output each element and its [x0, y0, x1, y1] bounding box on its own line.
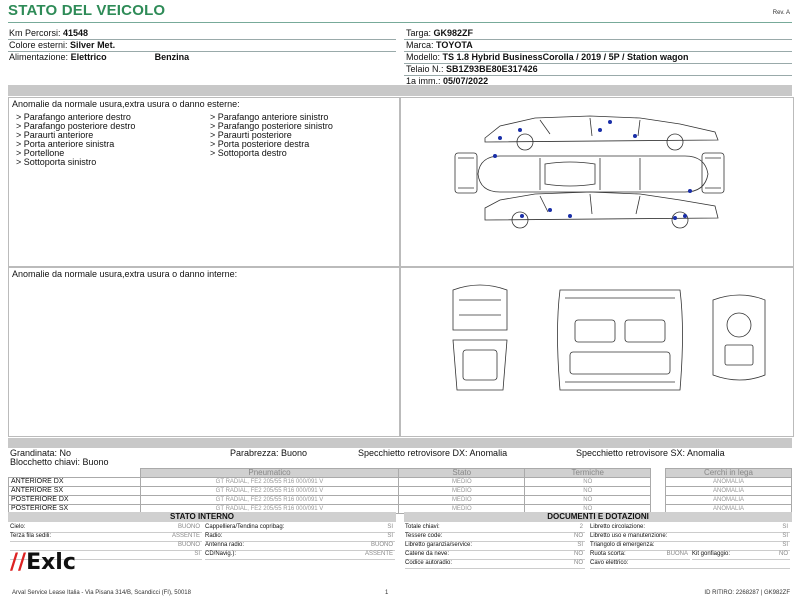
- tyre-model: GT RADIAL, FE2 205/55 R16 000/091 V: [139, 486, 400, 496]
- exlc-logo: //Exlc: [10, 550, 76, 575]
- seat-view: [452, 284, 508, 391]
- divider: [404, 75, 792, 76]
- tyre-header-spacer: [8, 468, 141, 478]
- tyre-position: ANTERIORE SX: [8, 486, 141, 496]
- brand-row: Marca: TOYOTA: [406, 40, 473, 50]
- status-bar: [8, 438, 792, 448]
- title-divider: [8, 22, 792, 23]
- vin-row: Telaio N.: SB1Z93BE80E317426: [406, 64, 538, 74]
- tyre-rims: ANOMALIA: [664, 495, 793, 505]
- damage-dot: [683, 214, 687, 218]
- tyre-model: GT RADIAL, FE2 205/55 R16 000/091 V: [139, 495, 400, 505]
- tyre-rims: ANOMALIA: [664, 477, 793, 487]
- tyre-rims: ANOMALIA: [664, 486, 793, 496]
- vehicle-info-right: Targa: GK982ZF Marca: TOYOTA Modello: TS…: [406, 27, 688, 87]
- external-list-left: > Parafango anteriore destro > Parafango…: [16, 113, 135, 167]
- car-interior-diagram: [452, 284, 766, 391]
- damage-dot: [493, 154, 497, 158]
- spacer: [651, 478, 666, 487]
- list-item: > Sottoporta destro: [210, 148, 287, 158]
- tyre-state: MEDIO: [398, 495, 526, 505]
- cabin-top-view: [557, 289, 683, 391]
- divider: [404, 51, 792, 52]
- interior-status-title: STATO INTERNO: [8, 512, 396, 522]
- spacer: [651, 496, 666, 505]
- blocchetto: Blocchetto chiavi: Buono: [10, 457, 109, 467]
- tyre-thermal: NO: [524, 495, 652, 505]
- damage-dot: [608, 120, 612, 124]
- dashboard-view: [712, 294, 766, 381]
- internal-title: Anomalie da normale usura,extra usura o …: [12, 269, 238, 279]
- damage-dot: [673, 216, 677, 220]
- tyre-position: ANTERIORE DX: [8, 477, 141, 487]
- footer-id: ID RITIRO: 2268287 | GK982ZF: [704, 590, 790, 596]
- tyre-model: GT RADIAL, FE2 205/55 R16 000/091 V: [139, 477, 400, 487]
- specchio-dx: Specchietto retrovisore DX: Anomalia: [358, 448, 508, 458]
- documents-title: DOCUMENTI E DOTAZIONI: [404, 512, 792, 522]
- damage-dot: [518, 128, 522, 132]
- damage-dot: [520, 214, 524, 218]
- external-title: Anomalie da normale usura,extra usura o …: [12, 99, 240, 109]
- tyre-thermal: NO: [524, 477, 652, 487]
- spacer: [651, 487, 666, 496]
- km-row: Km Percorsi: 41548: [9, 28, 89, 38]
- section-bar: [8, 85, 792, 96]
- tyre-state: MEDIO: [398, 486, 526, 496]
- specchio-sx: Specchietto retrovisore SX: Anomalia: [576, 448, 725, 458]
- list-item: > Sottoporta sinistro: [16, 157, 97, 167]
- table-row: POSTERIORE DX GT RADIAL, FE2 205/55 R16 …: [8, 495, 793, 505]
- footer-company: Arval Service Lease Italia - Via Pisana …: [12, 590, 191, 596]
- internal-panel: [8, 267, 400, 437]
- damage-dot: [568, 214, 572, 218]
- revision-label: Rev. A: [772, 10, 790, 16]
- fuel-row: Alimentazione: Elettrico Benzina: [9, 52, 190, 62]
- document-row: Cavo elettrico:: [590, 559, 790, 569]
- divider: [8, 51, 396, 52]
- tyre-table: Pneumatico Stato Termiche Cerchi in lega…: [8, 468, 793, 514]
- divider: [404, 63, 792, 64]
- tyre-header-spacer: [650, 468, 666, 478]
- model-row: Modello: TS 1.8 Hybrid BusinessCorolla /…: [406, 52, 689, 62]
- tyre-position: POSTERIORE DX: [8, 495, 141, 505]
- vehicle-info-left: Km Percorsi: 41548 Colore esterni: Silve…: [9, 27, 189, 63]
- divider: [8, 39, 396, 40]
- page-title: STATO DEL VEICOLO: [8, 2, 166, 19]
- tyre-state: MEDIO: [398, 477, 526, 487]
- damage-dot: [633, 134, 637, 138]
- tyre-thermal: NO: [524, 486, 652, 496]
- interior-row: CD/Navig.): ASSENTE: [205, 550, 395, 560]
- tyre-header-thermal: Termiche: [524, 468, 652, 478]
- document-row: Codice autoradio: NO: [405, 559, 585, 569]
- table-row: ANTERIORE SX GT RADIAL, FE2 205/55 R16 0…: [8, 486, 793, 496]
- tyre-header-rims: Cerchi in lega: [664, 468, 793, 478]
- plate-row: Targa: GK982ZF: [406, 28, 474, 38]
- damage-dot: [498, 136, 502, 140]
- divider: [404, 39, 792, 40]
- color-row: Colore esterni: Silver Met.: [9, 40, 116, 50]
- parabrezza: Parabrezza: Buono: [230, 448, 308, 458]
- damage-markers: [493, 120, 692, 220]
- tyre-header-tyre: Pneumatico: [139, 468, 400, 478]
- footer-page: 1: [385, 590, 389, 596]
- damage-dot: [598, 128, 602, 132]
- external-list-right: > Parafango anteriore sinistro > Parafan…: [210, 113, 333, 158]
- tyre-header-state: Stato: [398, 468, 526, 478]
- damage-dot: [548, 208, 552, 212]
- tyre-table-header: Pneumatico Stato Termiche Cerchi in lega: [8, 468, 793, 478]
- damage-dot: [688, 189, 692, 193]
- table-row: ANTERIORE DX GT RADIAL, FE2 205/55 R16 0…: [8, 477, 793, 487]
